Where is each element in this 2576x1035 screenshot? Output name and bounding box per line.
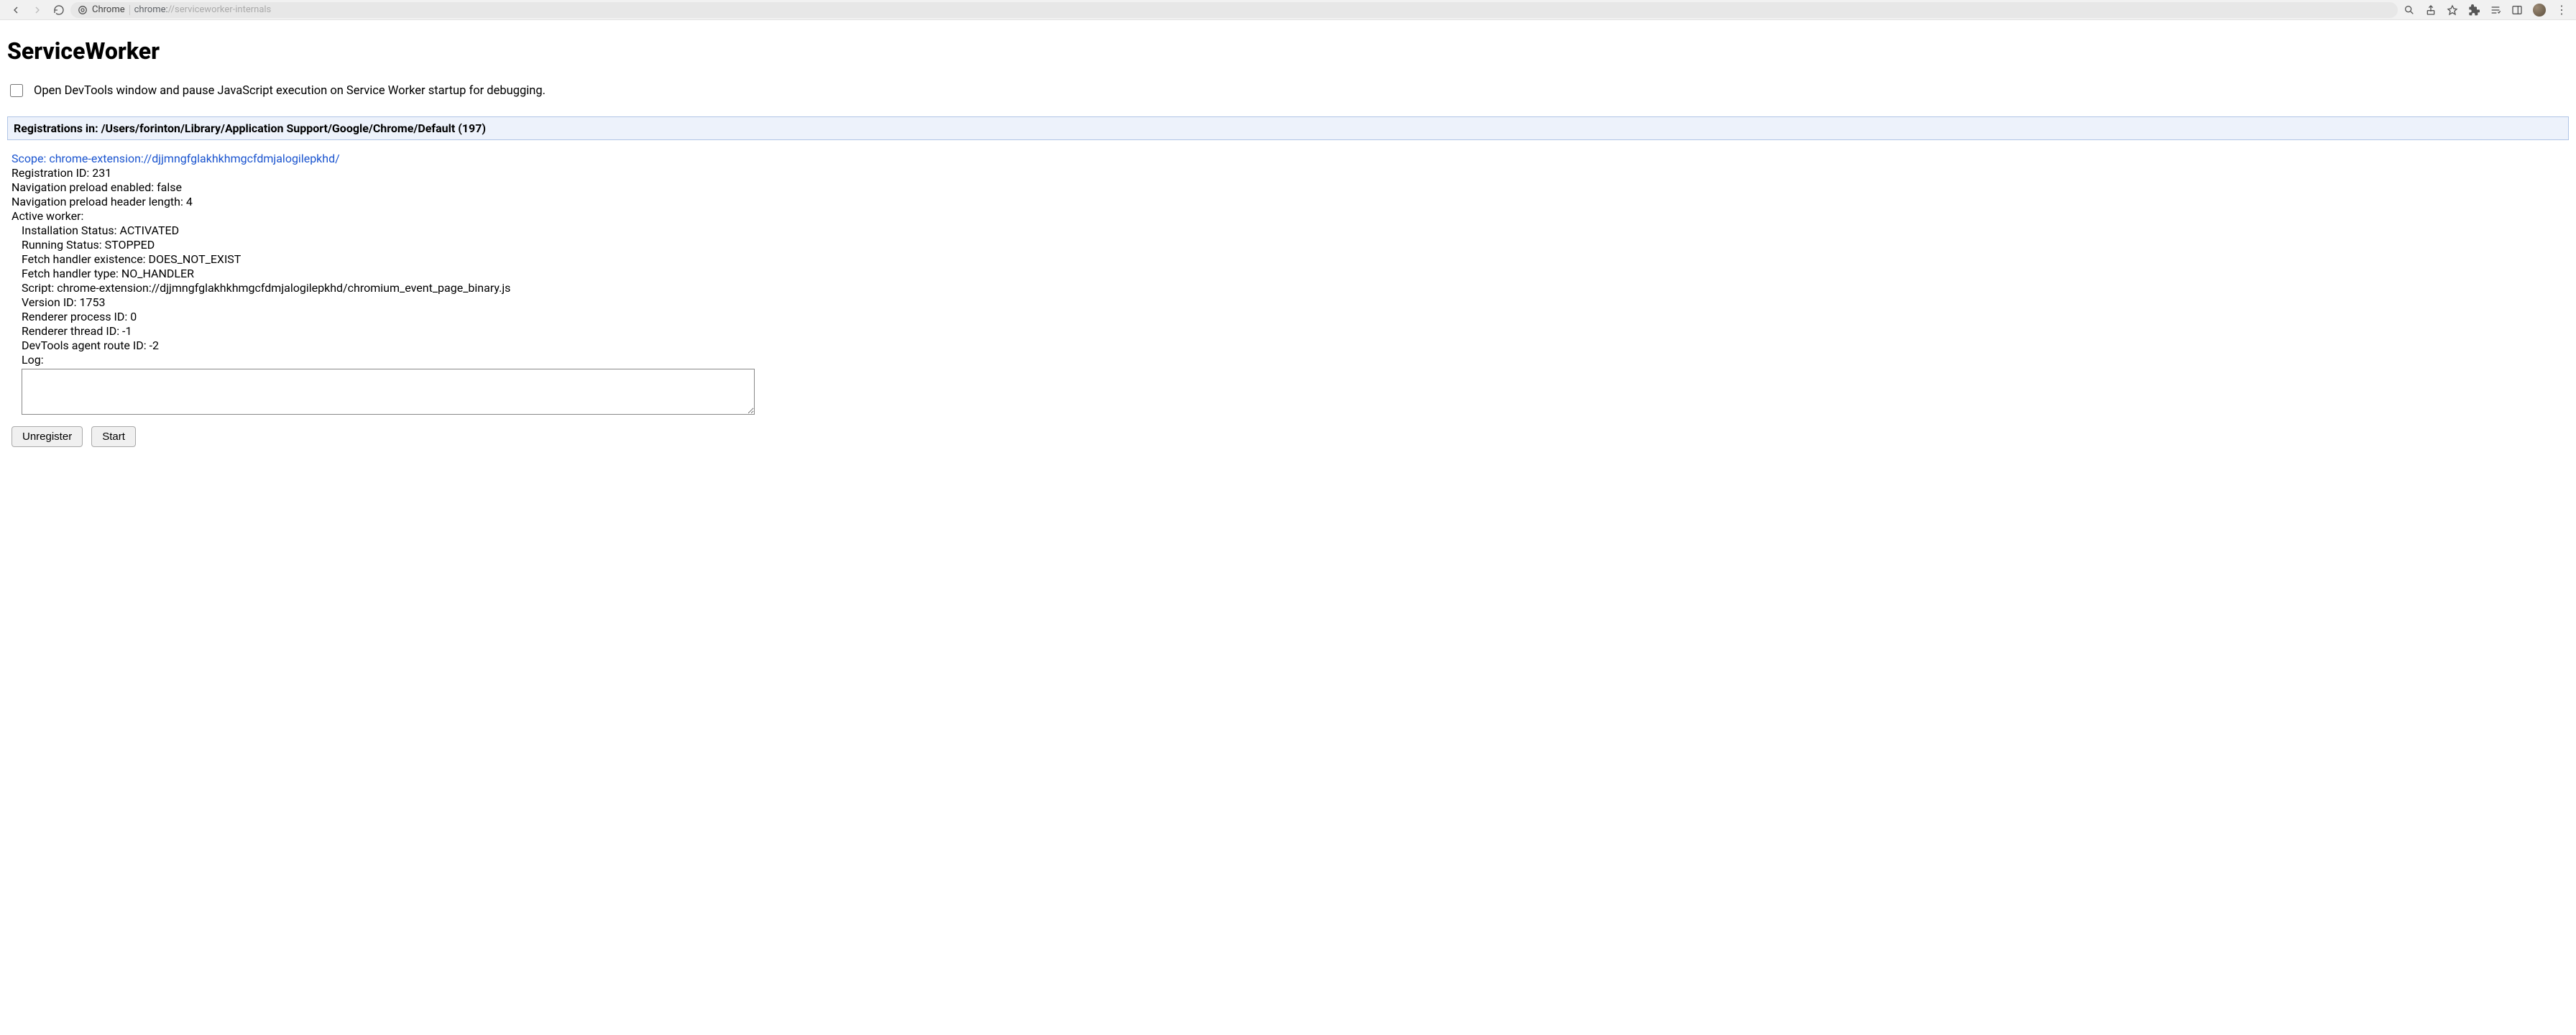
extensions-icon[interactable] (2468, 4, 2480, 16)
scope-line: Scope: chrome-extension://djjmngfglakhkh… (12, 152, 2564, 166)
back-icon[interactable] (10, 4, 22, 16)
divider (129, 5, 130, 15)
page-title: ServiceWorker (7, 37, 2569, 65)
bookmark-star-icon[interactable] (2447, 4, 2458, 16)
installation-status-line: Installation Status: ACTIVATED (22, 224, 2564, 238)
devtools-route-id-line: DevTools agent route ID: -2 (22, 339, 2564, 353)
overflow-menu-icon[interactable]: ⋮ (2556, 4, 2567, 16)
browser-toolbar: Chrome chrome://serviceworker-internals … (0, 0, 2576, 20)
log-label: Log: (22, 353, 2564, 367)
reading-list-icon[interactable] (2490, 4, 2501, 16)
zoom-icon[interactable] (2404, 4, 2415, 16)
origin-label: Chrome (92, 4, 125, 15)
chrome-icon (78, 5, 88, 15)
active-worker-block: Installation Status: ACTIVATED Running S… (22, 224, 2564, 415)
url-scheme: chrome: (134, 4, 168, 15)
running-status-line: Running Status: STOPPED (22, 238, 2564, 252)
profile-avatar[interactable] (2533, 4, 2546, 17)
renderer-process-id-line: Renderer process ID: 0 (22, 310, 2564, 324)
registration-actions: Unregister Start (12, 426, 2564, 447)
script-line: Script: chrome-extension://djjmngfglakhk… (22, 281, 2564, 295)
url-text: chrome://serviceworker-internals (134, 4, 272, 15)
reload-icon[interactable] (53, 4, 65, 16)
address-bar[interactable]: Chrome chrome://serviceworker-internals (70, 2, 2398, 18)
url-rest: //serviceworker-internals (168, 4, 272, 15)
toolbar-right: ⋮ (2404, 4, 2567, 17)
nav-preload-enabled-line: Navigation preload enabled: false (12, 180, 2564, 195)
page-body: ServiceWorker Open DevTools window and p… (0, 20, 2576, 476)
start-button[interactable]: Start (91, 426, 136, 447)
active-worker-label: Active worker: (12, 209, 2564, 224)
log-textarea[interactable] (22, 369, 755, 415)
nav-controls (10, 4, 65, 16)
nav-preload-header-length-line: Navigation preload header length: 4 (12, 195, 2564, 209)
registration-block: Scope: chrome-extension://djjmngfglakhkh… (7, 140, 2569, 447)
fetch-handler-existence-line: Fetch handler existence: DOES_NOT_EXIST (22, 252, 2564, 267)
registration-id-line: Registration ID: 231 (12, 166, 2564, 180)
registrations-section-header: Registrations in: /Users/forinton/Librar… (7, 116, 2569, 140)
unregister-button[interactable]: Unregister (12, 426, 83, 447)
forward-icon[interactable] (32, 4, 43, 16)
side-panel-icon[interactable] (2511, 4, 2523, 16)
renderer-thread-id-line: Renderer thread ID: -1 (22, 324, 2564, 339)
devtools-debug-row: Open DevTools window and pause JavaScrip… (7, 82, 2569, 99)
scope-link[interactable]: Scope: chrome-extension://djjmngfglakhkh… (12, 152, 340, 165)
devtools-debug-checkbox[interactable] (10, 84, 23, 97)
share-icon[interactable] (2425, 4, 2437, 16)
version-id-line: Version ID: 1753 (22, 295, 2564, 310)
devtools-debug-label[interactable]: Open DevTools window and pause JavaScrip… (34, 84, 546, 98)
fetch-handler-type-line: Fetch handler type: NO_HANDLER (22, 267, 2564, 281)
